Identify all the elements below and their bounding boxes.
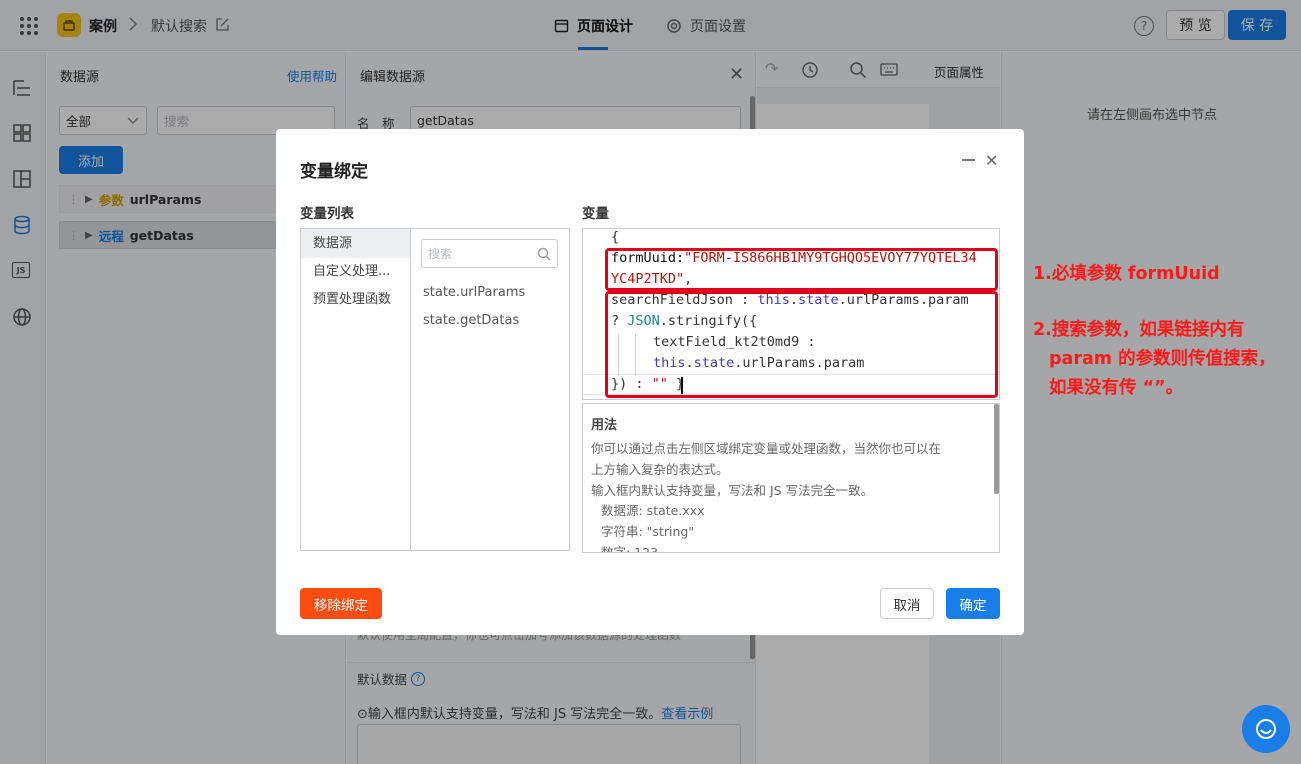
code-line: { [611, 229, 620, 245]
category-list: 数据源 自定义处理... 预置处理函数 [301, 229, 411, 550]
dialog-title: 变量绑定 [300, 162, 368, 182]
variable-binding-dialog: 变量绑定 ✕ 变量列表 变量 数据源 自定义处理... 预置处理函数 搜索 st… [276, 129, 1024, 635]
usage-title: 用法 [591, 418, 618, 433]
category-label: 数据源 [313, 236, 353, 251]
category-label: 自定义处理... [313, 264, 391, 279]
category-datasource[interactable]: 数据源 [301, 229, 410, 258]
variable-title: 变量 [582, 206, 609, 222]
close-icon[interactable]: ✕ [985, 151, 998, 170]
variable-list: 数据源 自定义处理... 预置处理函数 搜索 state.urlParams s… [300, 228, 570, 551]
variable-list-title: 变量列表 [300, 206, 354, 222]
usage-scrollbar[interactable] [994, 404, 999, 494]
highlight-box-formuuid [605, 248, 998, 291]
variable-item[interactable]: state.getDatas [423, 313, 519, 328]
usage-text: 数字: 123 [601, 545, 659, 553]
usage-text: 输入框内默认支持变量，写法和 JS 写法完全一致。 [591, 483, 874, 498]
cancel-button[interactable]: 取消 [880, 588, 934, 619]
variable-item[interactable]: state.urlParams [423, 285, 525, 300]
usage-text: 上方输入复杂的表达式。 [591, 462, 729, 477]
search-icon [537, 247, 551, 261]
annotation-search-3: 如果没有传 “”。 [1049, 378, 1184, 398]
highlight-box-search-params [605, 291, 998, 398]
variable-search-input[interactable]: 搜索 [421, 239, 558, 268]
remove-binding-button[interactable]: 移除绑定 [300, 588, 382, 619]
usage-text: 你可以通过点击左侧区域绑定变量或处理函数，当然你也可以在 [591, 441, 942, 456]
category-custom-handlers[interactable]: 自定义处理... [301, 258, 410, 286]
category-label: 预置处理函数 [313, 292, 392, 307]
category-preset-functions[interactable]: 预置处理函数 [301, 286, 410, 314]
minimize-icon[interactable] [962, 159, 975, 161]
annotation-formuuid: 1.必填参数 formUuid [1033, 264, 1220, 284]
usage-text: 数据源: state.xxx [601, 503, 705, 518]
usage-text: 字符串: "string" [601, 524, 695, 539]
chat-assistant-button[interactable] [1242, 705, 1290, 753]
chat-icon [1256, 719, 1276, 739]
annotation-search-1: 2.搜索参数，如果链接内有 [1033, 320, 1245, 340]
ok-button[interactable]: 确定 [946, 588, 1000, 619]
usage-box: 用法 你可以通过点击左侧区域绑定变量或处理函数，当然你也可以在 上方输入复杂的表… [582, 403, 1000, 553]
annotation-search-2: param 的参数则传值搜索， [1049, 349, 1276, 369]
search-placeholder: 搜索 [428, 247, 453, 261]
